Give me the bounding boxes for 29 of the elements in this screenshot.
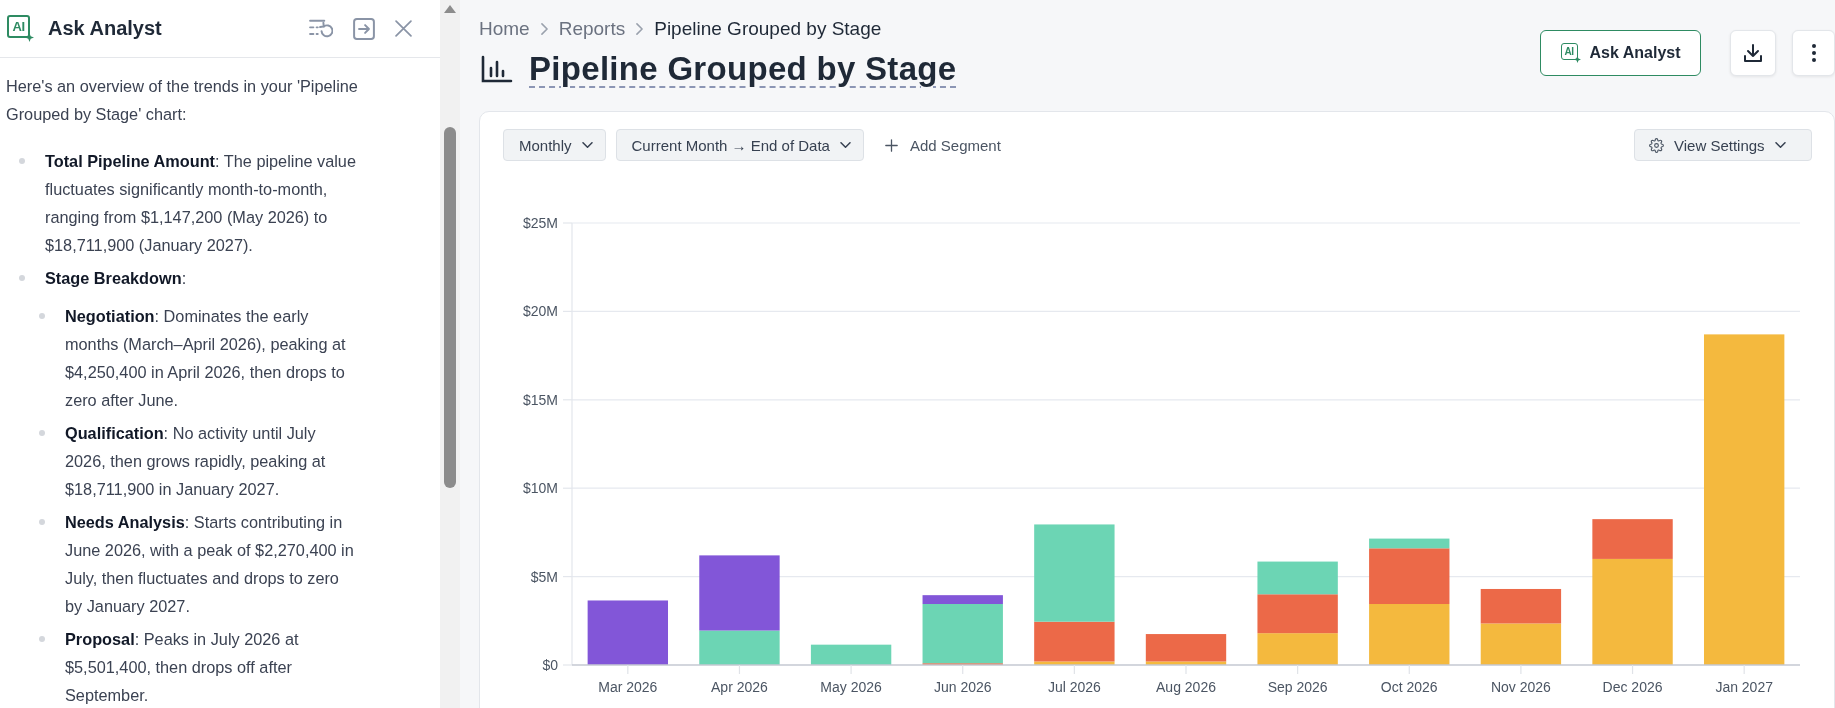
x-axis-label: Jan 2027 <box>1715 679 1773 695</box>
x-axis-label: Sep 2026 <box>1267 679 1328 695</box>
page-title: Pipeline Grouped by Stage <box>529 49 957 89</box>
x-axis-label: Dec 2026 <box>1602 679 1663 695</box>
summary-text: Proposal: Peaks in July 2026 at $5,501,400, then drops off after September. <box>65 629 300 706</box>
y-axis-label: $15M <box>522 391 558 408</box>
y-axis-label: $25M <box>522 215 558 231</box>
y-axis-label: $10M <box>522 480 558 497</box>
summary-text: Qualification: No activity until July 2026, then grows rapidly, peaking at $18,711,900 in January 2027. <box>65 423 327 500</box>
intro-text: Here's an overview of the trends in your 'Pipeline Grouped by Stage' chart: <box>6 76 358 125</box>
x-axis-label: Aug 2026 <box>1156 679 1216 695</box>
x-axis-label: Apr 2026 <box>711 679 768 695</box>
x-axis-label: Jun 2026 <box>933 679 992 695</box>
x-axis-label: Nov 2026 <box>1490 679 1551 695</box>
panel-title: Ask Analyst <box>48 17 162 40</box>
summary-text: Stage Breakdown: <box>45 268 187 289</box>
x-axis-label: Oct 2026 <box>1380 679 1438 695</box>
summary-text: Needs Analysis: Starts contributing in June 2026, with a peak of $2,270,400 in July, then fluctuates and drops to zero by January 2027. <box>65 512 355 617</box>
summary-text: Total Pipeline Amount: The pipeline value fluctuates significantly month-to-month, ranging from $1,147,200 (May 2026) to $18,711,900 (January 2027). <box>45 151 357 256</box>
breadcrumb-current: Pipeline Grouped by Stage <box>654 17 882 40</box>
ai-logo: AI <box>1560 43 1581 63</box>
x-axis-label: May 2026 <box>820 679 882 695</box>
y-axis-label: $0 <box>542 657 558 673</box>
x-axis-label: Jul 2026 <box>1047 679 1101 695</box>
y-axis-label: $5M <box>530 568 558 585</box>
summary-text: Negotiation: Dominates the early months (March–April 2026), peaking at $4,250,400 in April 2026, then drops to zero after June. <box>65 306 347 411</box>
ai-logo: AI <box>7 15 34 42</box>
x-axis-label: Mar 2026 <box>598 679 658 695</box>
y-axis-label: $20M <box>522 303 558 320</box>
